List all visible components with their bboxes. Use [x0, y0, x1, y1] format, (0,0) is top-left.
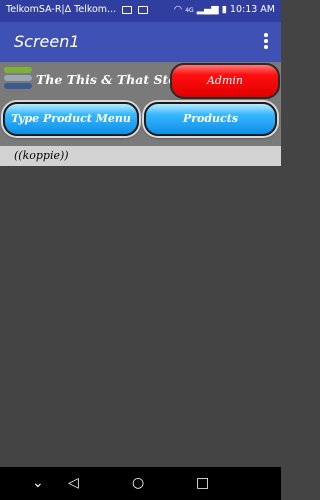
app-title: Screen1 [14, 32, 80, 51]
store-logo [4, 67, 32, 93]
home-icon[interactable]: ○ [132, 475, 144, 491]
overflow-menu-icon[interactable] [263, 33, 269, 51]
carrier-text: TelkomSA-R|Δ Telkom... [6, 4, 117, 15]
logo-bar [4, 83, 32, 89]
logo-bar [4, 67, 32, 73]
navigation-bar: ⌄ ◁ ○ □ [0, 467, 281, 500]
status-right: ◠ 4G ▂▄▆ ▮ 10:13 AM [174, 4, 275, 15]
status-time: 10:13 AM [229, 4, 275, 15]
app-bar: Screen1 [0, 22, 281, 62]
status-left: TelkomSA-R|Δ Telkom... [6, 4, 149, 15]
signal-icon: ▂▄▆ [196, 4, 219, 15]
section-header-label: ((koppie)) [14, 149, 69, 162]
type-product-menu-button[interactable]: Type Product Menu [3, 102, 139, 136]
status-bar: TelkomSA-R|Δ Telkom... ◠ 4G ▂▄▆ ▮ 10:13 … [0, 0, 281, 22]
wifi-icon: ◠ [173, 4, 183, 15]
products-button[interactable]: Products [144, 102, 277, 136]
back-icon[interactable]: ◁ [68, 475, 79, 491]
store-name: The This & That Store [36, 72, 192, 87]
notification-icon [122, 5, 133, 14]
network-label: 4G [185, 7, 194, 14]
battery-icon: ▮ [221, 4, 227, 15]
logo-bar [4, 75, 32, 81]
admin-button[interactable]: Admin [170, 63, 280, 99]
recents-icon[interactable]: □ [196, 475, 209, 491]
notification-icon [138, 5, 149, 14]
section-header: ((koppie)) [0, 146, 281, 166]
hide-keyboard-icon[interactable]: ⌄ [32, 475, 44, 491]
